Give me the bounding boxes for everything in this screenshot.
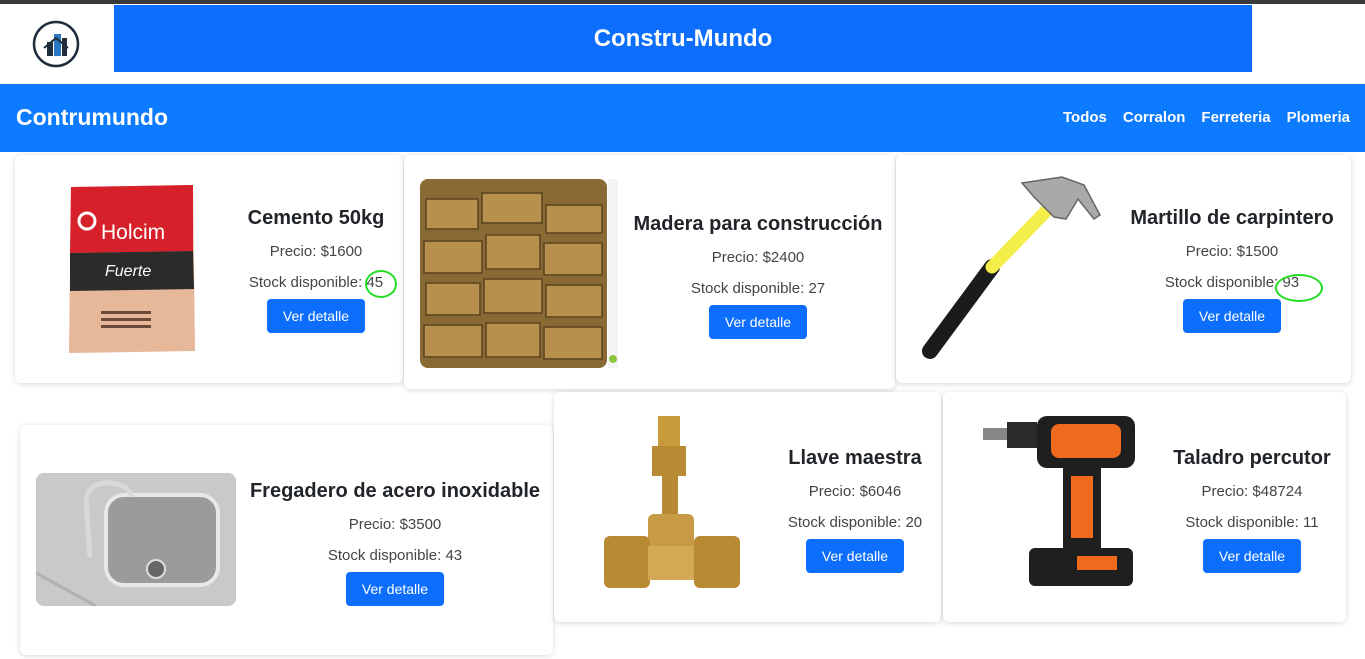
product-stock: Stock disponible: 43 — [327, 547, 463, 564]
product-image-lumber — [420, 179, 618, 368]
stock-highlight-circle — [365, 270, 397, 298]
product-name: Madera para construcción — [633, 213, 883, 235]
nav-link-todos[interactable]: Todos — [1063, 109, 1107, 126]
product-stock: Stock disponible: 11 — [1185, 514, 1319, 531]
product-stock: Stock disponible: 20 — [787, 514, 923, 531]
ver-detalle-button[interactable]: Ver detalle — [266, 299, 366, 333]
stock-highlight-circle — [1275, 274, 1323, 302]
ver-detalle-button[interactable]: Ver detalle — [1202, 539, 1302, 573]
product-price: Precio: $1600 — [269, 243, 363, 260]
product-card: Martillo de carpintero Precio: $1500 Sto… — [896, 155, 1351, 383]
product-card: Fregadero de acero inoxidable Precio: $3… — [20, 425, 553, 655]
ver-detalle-button[interactable]: Ver detalle — [805, 539, 905, 573]
cement-variant-print: Fuerte — [105, 263, 151, 280]
product-card: Llave maestra Precio: $6046 Stock dispon… — [554, 392, 941, 622]
product-image-sink — [35, 473, 236, 608]
product-info: Llave maestra Precio: $6046 Stock dispon… — [780, 447, 930, 573]
product-name: Taladro percutor — [1173, 447, 1331, 469]
navbar: Contrumundo Todos Corralon Ferreteria Pl… — [0, 84, 1365, 152]
product-price: Precio: $2400 — [711, 249, 805, 266]
product-card: Madera para construcción Precio: $2400 S… — [404, 155, 895, 389]
top-border — [0, 0, 1365, 4]
product-info: Martillo de carpintero Precio: $1500 Sto… — [1128, 207, 1336, 333]
product-name: Cemento 50kg — [247, 207, 385, 229]
nav-link-plomeria[interactable]: Plomeria — [1287, 109, 1350, 126]
product-stock: Stock disponible: 27 — [690, 280, 826, 297]
logo-icon[interactable] — [30, 18, 82, 70]
product-info: Taladro percutor Precio: $48724 Stock di… — [1169, 447, 1335, 573]
ver-detalle-button[interactable]: Ver detalle — [1182, 299, 1282, 333]
product-info: Madera para construcción Precio: $2400 S… — [633, 213, 883, 339]
product-image-cement-bag: Holcim Fuerte — [67, 181, 197, 357]
product-image-hammer — [914, 175, 1110, 363]
nav-link-ferreteria[interactable]: Ferreteria — [1201, 109, 1270, 126]
product-name: Fregadero de acero inoxidable — [249, 480, 541, 502]
ver-detalle-button[interactable]: Ver detalle — [708, 305, 808, 339]
product-price: Precio: $3500 — [348, 516, 442, 533]
product-name: Llave maestra — [788, 447, 922, 469]
product-image-gate-valve — [602, 414, 750, 598]
product-price: Precio: $6046 — [808, 483, 902, 500]
product-info: Cemento 50kg Precio: $1600 Stock disponi… — [241, 207, 391, 333]
product-price: Precio: $48724 — [1201, 483, 1303, 500]
product-stock: Stock disponible: 45 — [248, 274, 384, 291]
navbar-brand[interactable]: Contrumundo — [16, 104, 168, 131]
product-card: Holcim Fuerte Cemento 50kg Precio: $1600… — [15, 155, 403, 383]
nav-links: Todos Corralon Ferreteria Plomeria — [1063, 109, 1350, 126]
nav-link-corralon[interactable]: Corralon — [1123, 109, 1186, 126]
ver-detalle-button[interactable]: Ver detalle — [345, 572, 445, 606]
cement-brand-print: Holcim — [101, 221, 165, 244]
site-banner: Constru-Mundo — [114, 5, 1252, 72]
product-info: Fregadero de acero inoxidable Precio: $3… — [249, 480, 541, 606]
product-price: Precio: $1500 — [1185, 243, 1279, 260]
banner-title: Constru-Mundo — [593, 24, 773, 52]
product-card: Taladro percutor Precio: $48724 Stock di… — [943, 392, 1346, 622]
product-image-drill — [981, 414, 1141, 590]
product-name: Martillo de carpintero — [1130, 207, 1334, 229]
